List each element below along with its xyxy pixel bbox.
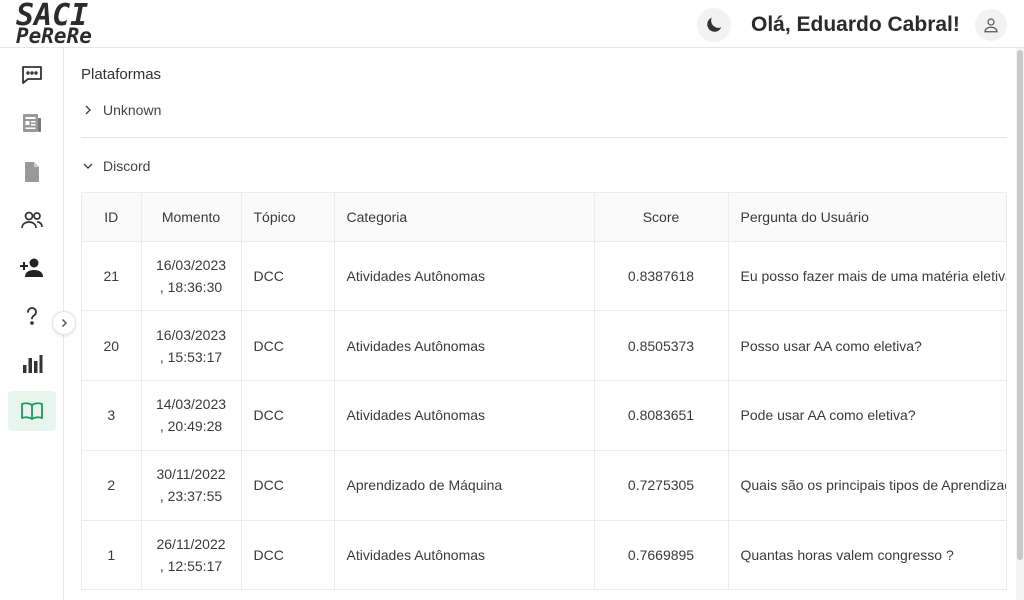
- panel-divider: [81, 137, 1007, 138]
- sidebar-item-help[interactable]: [8, 296, 56, 336]
- cell-category: Atividades Autônomas: [334, 520, 595, 589]
- cell-date: 30/11/2022: [156, 466, 226, 483]
- cell-topic: DCC: [241, 380, 335, 451]
- table-header-row: ID Momento Tópico Categoria Score Pergun…: [82, 193, 1006, 242]
- panel-unknown-label: Unknown: [103, 102, 162, 118]
- column-header-category[interactable]: Categoria: [334, 193, 595, 242]
- logo-line2: PeReRe: [16, 24, 92, 48]
- questions-table: ID Momento Tópico Categoria Score Pergun…: [81, 192, 1007, 590]
- column-header-topic[interactable]: Tópico: [241, 193, 335, 242]
- cell-id: 2: [82, 450, 142, 521]
- cell-moment: 26/11/2022 , 12:55:17: [141, 520, 242, 589]
- chevron-right-icon: [61, 318, 68, 328]
- cell-question: Quantas horas valem congresso ?: [728, 520, 1006, 589]
- sidebar-item-users[interactable]: [8, 200, 56, 240]
- table-row[interactable]: 3 14/03/2023 , 20:49:28 DCC Atividades Au…: [82, 380, 1006, 451]
- cell-score: 0.7669895: [594, 520, 729, 589]
- cell-time: , 20:49:28: [159, 418, 223, 435]
- cell-time: , 18:36:30: [159, 278, 223, 295]
- cell-topic: DCC: [241, 310, 335, 382]
- cell-date: 16/03/2023: [155, 256, 227, 273]
- cell-moment: 16/03/2023 , 15:53:17: [141, 310, 242, 382]
- sidebar-item-statistics[interactable]: [8, 344, 56, 384]
- table-row[interactable]: 21 16/03/2023 , 18:36:30 DCC Atividades A…: [82, 241, 1006, 312]
- cell-topic: DCC: [241, 241, 335, 312]
- sidebar-item-chat[interactable]: [8, 54, 56, 94]
- vertical-scrollbar[interactable]: [1016, 48, 1024, 600]
- cell-date: 16/03/2023: [155, 326, 227, 343]
- panel-discord-header[interactable]: Discord: [81, 155, 150, 177]
- cell-id: 1: [82, 520, 142, 589]
- cell-id: 21: [82, 241, 142, 312]
- sidebar-item-documents[interactable]: [8, 152, 56, 192]
- bar-chart-icon: [23, 355, 43, 373]
- cell-score: 0.8387618: [594, 241, 729, 312]
- moon-icon: [707, 17, 722, 32]
- top-header: SACI PeReRe Olá, Eduardo Cabral!: [0, 0, 1024, 48]
- cell-score: 0.8505373: [594, 310, 729, 382]
- page-title: Plataformas: [81, 66, 162, 83]
- users-icon: [21, 211, 43, 229]
- cell-time: , 23:37:55: [159, 488, 223, 505]
- chevron-down-icon: [81, 159, 95, 173]
- cell-category: Atividades Autônomas: [334, 310, 595, 382]
- chevron-right-icon: [81, 103, 95, 117]
- panel-unknown-header[interactable]: Unknown: [81, 99, 161, 121]
- cell-question: Posso usar AA como eletiva?: [728, 310, 1006, 382]
- cell-time: , 12:55:17: [159, 558, 223, 575]
- cell-score: 0.7275305: [594, 450, 729, 521]
- cell-moment: 16/03/2023 , 18:36:30: [141, 241, 242, 312]
- sidebar-expand-button[interactable]: [52, 311, 76, 335]
- cell-category: Atividades Autônomas: [334, 241, 595, 312]
- help-icon: [27, 307, 37, 325]
- sidebar-item-news[interactable]: [8, 103, 56, 143]
- book-icon: [21, 402, 43, 420]
- newspaper-icon: [23, 114, 41, 132]
- panel-discord-label: Discord: [103, 158, 151, 174]
- cell-category: Atividades Autônomas: [334, 380, 595, 451]
- user-icon: [984, 18, 998, 33]
- add-user-icon: [20, 258, 43, 277]
- scrollbar-thumb[interactable]: [1017, 50, 1023, 560]
- sidebar-item-knowledge-base[interactable]: [8, 391, 56, 431]
- theme-toggle-button[interactable]: [697, 8, 731, 42]
- column-header-question[interactable]: Pergunta do Usuário: [728, 193, 1006, 242]
- cell-question: Pode usar AA como eletiva?: [728, 380, 1006, 451]
- main-content: Plataformas Unknown Discord ID Momento T…: [64, 48, 1016, 600]
- table-row[interactable]: 20 16/03/2023 , 15:53:17 DCC Atividades A…: [82, 310, 1006, 382]
- cell-topic: DCC: [241, 450, 335, 521]
- table-row[interactable]: 1 26/11/2022 , 12:55:17 DCC Atividades Au…: [82, 520, 1006, 589]
- cell-id: 3: [82, 380, 142, 451]
- cell-topic: DCC: [241, 520, 335, 589]
- cell-time: , 15:53:17: [159, 348, 223, 365]
- cell-date: 26/11/2022: [156, 536, 226, 553]
- column-header-moment[interactable]: Momento: [141, 193, 242, 242]
- cell-score: 0.8083651: [594, 380, 729, 451]
- document-icon: [25, 162, 39, 182]
- column-header-score[interactable]: Score: [594, 193, 729, 242]
- user-menu-button[interactable]: [975, 9, 1007, 41]
- cell-date: 14/03/2023: [155, 396, 227, 413]
- table-row[interactable]: 2 30/11/2022 , 23:37:55 DCC Aprendizado d…: [82, 450, 1006, 521]
- cell-moment: 30/11/2022 , 23:37:55: [141, 450, 242, 521]
- cell-category: Aprendizado de Máquina: [334, 450, 595, 521]
- sidebar-item-add-user[interactable]: [8, 248, 56, 288]
- cell-moment: 14/03/2023 , 20:49:28: [141, 380, 242, 451]
- cell-question: Eu posso fazer mais de uma matéria eleti…: [728, 241, 1006, 312]
- logo[interactable]: SACI PeReRe: [16, 0, 106, 48]
- cell-question: Quais são os principais tipos de Aprendi…: [728, 450, 1006, 521]
- chat-icon: [22, 66, 42, 84]
- column-header-id[interactable]: ID: [82, 193, 142, 242]
- cell-id: 20: [82, 310, 142, 382]
- greeting-text: Olá, Eduardo Cabral!: [751, 13, 960, 36]
